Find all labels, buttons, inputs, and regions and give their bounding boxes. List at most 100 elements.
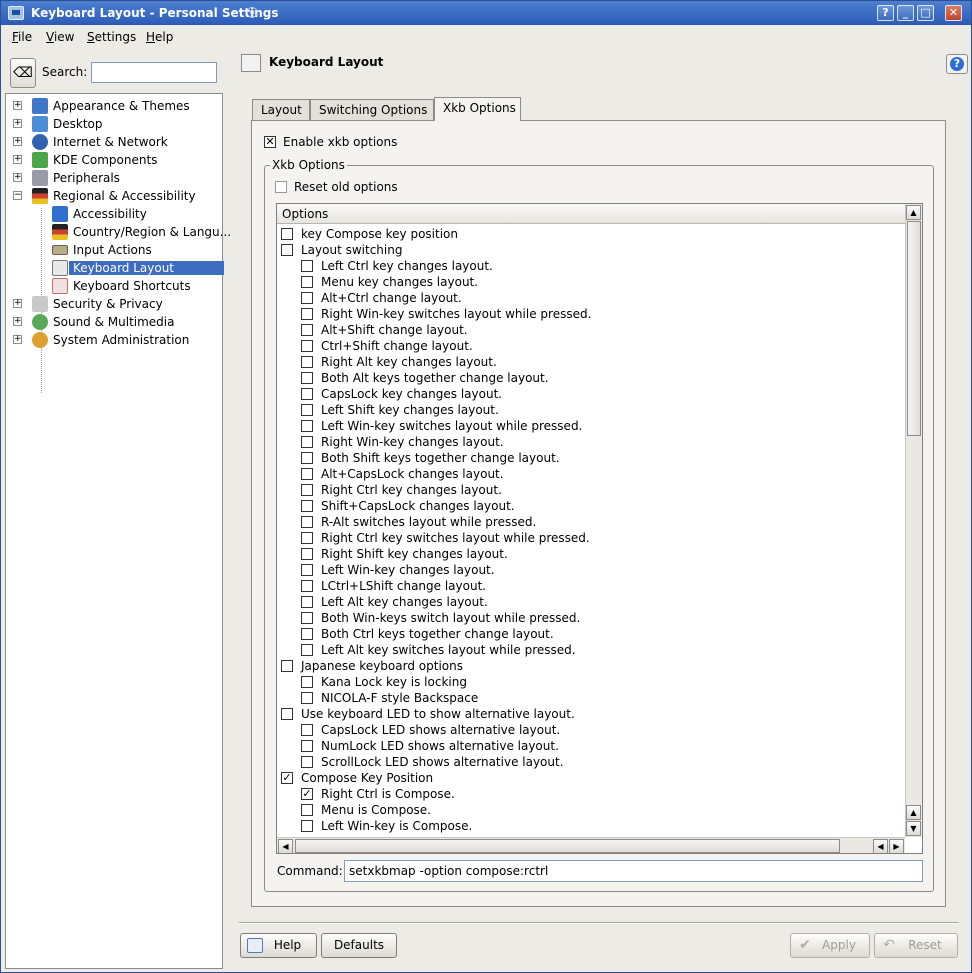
option-checkbox[interactable] <box>301 436 313 448</box>
expand-icon[interactable]: + <box>13 335 22 344</box>
option-checkbox[interactable] <box>301 404 313 416</box>
clear-search-button[interactable]: ⌫ <box>10 58 36 88</box>
checkmark-icon: ✔ <box>799 937 811 953</box>
option-checkbox[interactable] <box>301 292 313 304</box>
option-label: Menu key changes layout. <box>321 275 479 289</box>
horizontal-scroll-thumb[interactable] <box>295 839 840 853</box>
option-checkbox[interactable] <box>301 516 313 528</box>
option-checkbox[interactable] <box>301 420 313 432</box>
option-label: Kana Lock key is locking <box>321 675 467 689</box>
whats-this-button[interactable]: ? <box>877 5 894 21</box>
option-checkbox[interactable] <box>301 308 313 320</box>
help-whatsthis-button[interactable]: ? <box>946 54 968 74</box>
scroll-down-icon[interactable]: ▼ <box>906 821 921 836</box>
options-list[interactable]: Options key Compose key position Layout s… <box>276 203 923 854</box>
option-checkbox[interactable] <box>301 740 313 752</box>
option-checkbox[interactable] <box>301 388 313 400</box>
help-button[interactable]: Help <box>240 933 317 958</box>
option-checkbox[interactable] <box>281 708 293 720</box>
defaults-button-label: Defaults <box>333 938 385 952</box>
undo-icon: ↶ <box>883 937 895 953</box>
command-field[interactable] <box>344 860 923 882</box>
horizontal-scrollbar[interactable]: ◀ ◀ ▶ <box>277 837 905 853</box>
expand-icon[interactable]: + <box>13 101 22 110</box>
command-label: Command: <box>277 864 343 878</box>
option-checkbox[interactable] <box>301 644 313 656</box>
option-checkbox[interactable] <box>301 276 313 288</box>
option-checkbox[interactable]: ✓ <box>281 772 293 784</box>
app-icon[interactable] <box>8 6 24 20</box>
option-checkbox[interactable] <box>301 324 313 336</box>
expand-icon[interactable]: + <box>13 119 22 128</box>
option-checkbox[interactable] <box>301 564 313 576</box>
scroll-left-icon[interactable]: ◀ <box>278 839 293 853</box>
collapse-icon[interactable]: − <box>13 191 22 200</box>
menu-help[interactable]: Help <box>146 30 173 44</box>
option-checkbox[interactable] <box>301 724 313 736</box>
option-label: ScrollLock LED shows alternative layout. <box>321 755 564 769</box>
scroll-right-icon[interactable]: ▶ <box>889 839 904 853</box>
search-input[interactable] <box>91 62 217 83</box>
option-label: Left Shift key changes layout. <box>321 403 499 417</box>
option-checkbox[interactable] <box>301 628 313 640</box>
option-checkbox[interactable] <box>281 244 293 256</box>
option-checkbox[interactable] <box>301 804 313 816</box>
option-checkbox[interactable] <box>301 340 313 352</box>
option-label: Right Win-key switches layout while pres… <box>321 307 592 321</box>
option-checkbox[interactable] <box>281 228 293 240</box>
option-checkbox[interactable] <box>281 660 293 672</box>
option-label: LCtrl+LShift change layout. <box>321 579 487 593</box>
option-checkbox[interactable] <box>301 580 313 592</box>
option-label: Left Ctrl key changes layout. <box>321 259 493 273</box>
scroll-left-icon[interactable]: ◀ <box>873 839 888 853</box>
close-button[interactable]: ✕ <box>945 5 962 21</box>
option-checkbox[interactable] <box>301 820 313 832</box>
option-checkbox[interactable] <box>301 548 313 560</box>
menu-file[interactable]: File <box>12 30 32 44</box>
option-checkbox[interactable] <box>301 484 313 496</box>
option-checkbox[interactable] <box>301 372 313 384</box>
scroll-up-icon[interactable]: ▲ <box>906 205 921 220</box>
option-checkbox[interactable] <box>301 612 313 624</box>
vertical-scroll-thumb[interactable] <box>907 221 921 436</box>
option-checkbox[interactable] <box>301 692 313 704</box>
tab-xkb-options[interactable]: Xkb Options <box>434 97 521 121</box>
option-checkbox[interactable] <box>301 676 313 688</box>
vertical-scrollbar[interactable]: ▲ ▲ ▼ <box>905 204 922 837</box>
minimize-button[interactable]: _ <box>897 5 914 21</box>
option-checkbox[interactable] <box>301 500 313 512</box>
option-checkbox[interactable] <box>301 532 313 544</box>
menu-settings[interactable]: Settings <box>87 30 136 44</box>
option-checkbox[interactable] <box>301 452 313 464</box>
option-checkbox[interactable] <box>301 260 313 272</box>
option-checkbox[interactable]: ✓ <box>301 788 313 800</box>
expand-icon[interactable]: + <box>13 173 22 182</box>
tab-layout[interactable]: Layout <box>252 99 310 121</box>
reset-old-options-checkbox[interactable] <box>275 181 287 193</box>
option-checkbox[interactable] <box>301 468 313 480</box>
option-checkbox[interactable] <box>301 356 313 368</box>
tab-switching-options[interactable]: Switching Options <box>310 99 434 121</box>
option-label: Left Alt key switches layout while press… <box>321 643 576 657</box>
expand-icon[interactable]: + <box>13 155 22 164</box>
options-column-header[interactable]: Options <box>277 204 905 224</box>
option-label: Right Win-key changes layout. <box>321 435 504 449</box>
apply-button[interactable]: ✔ Apply <box>790 933 870 958</box>
expand-icon[interactable]: + <box>13 299 22 308</box>
defaults-button[interactable]: Defaults <box>321 933 397 958</box>
menu-view[interactable]: View <box>46 30 74 44</box>
reset-button[interactable]: ↶ Reset <box>874 933 958 958</box>
expand-icon[interactable]: + <box>13 137 22 146</box>
expand-icon[interactable]: + <box>13 317 22 326</box>
button-separator <box>239 922 959 924</box>
enable-xkb-checkbox[interactable]: ✕ <box>264 136 276 148</box>
title-bar[interactable]: Keyboard Layout - Personal Settings ◎ ? … <box>1 1 971 25</box>
option-checkbox[interactable] <box>301 756 313 768</box>
tree-item-label: Regional & Accessibility <box>53 189 196 203</box>
maximize-button[interactable]: □ <box>917 5 934 21</box>
option-checkbox[interactable] <box>301 596 313 608</box>
option-label: Right Ctrl key changes layout. <box>321 483 502 497</box>
scroll-up-icon[interactable]: ▲ <box>906 805 921 820</box>
option-label: Both Alt keys together change layout. <box>321 371 549 385</box>
keyboard-icon <box>52 245 68 255</box>
